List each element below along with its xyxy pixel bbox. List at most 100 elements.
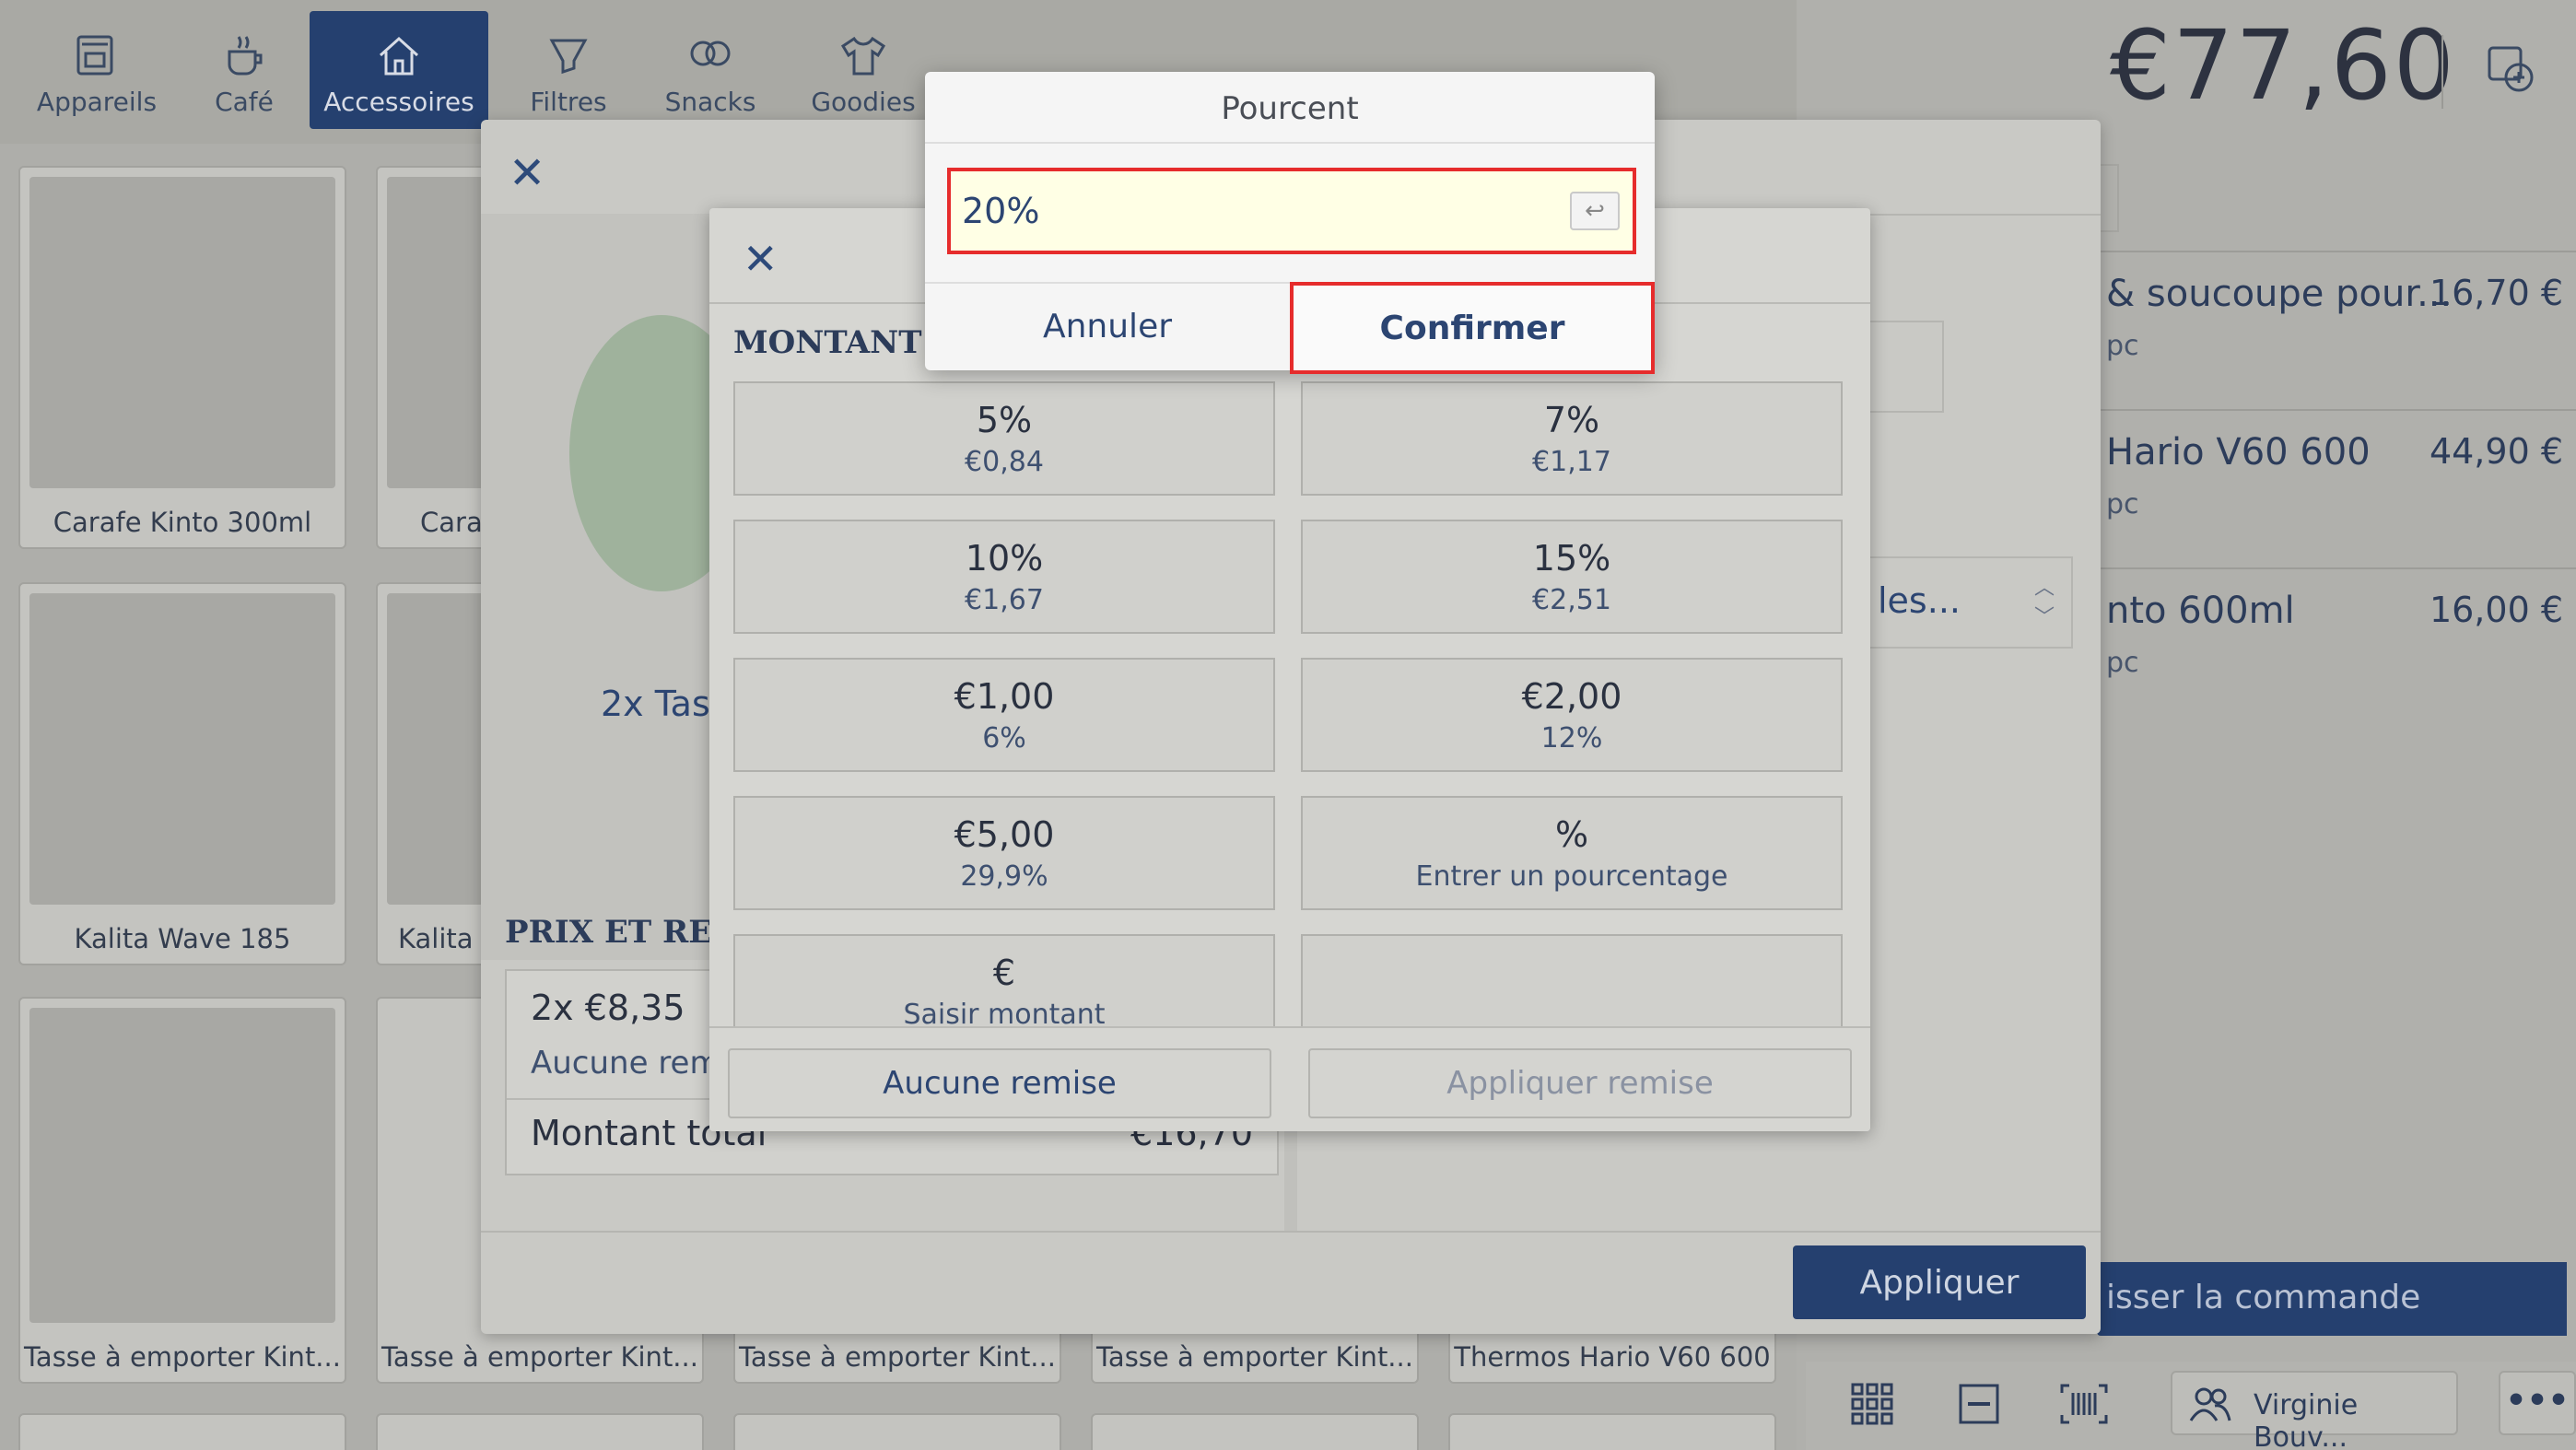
tshirt-icon bbox=[840, 36, 886, 76]
close-icon[interactable]: ✕ bbox=[743, 234, 779, 284]
filter-icon bbox=[549, 39, 588, 75]
product-label: Tasse à emporter Kint... bbox=[1096, 1341, 1413, 1373]
discount-modal-footer: Aucune remise Appliquer remise bbox=[709, 1026, 1870, 1131]
cart-item[interactable]: nto 600ml 16,00 € pc bbox=[2097, 567, 2576, 724]
order-total: €77,60 bbox=[2110, 9, 2456, 122]
product-label: Carafe Kinto 300ml bbox=[53, 507, 312, 538]
discount-option[interactable]: €1,00 6% bbox=[733, 658, 1275, 772]
cancel-button[interactable]: Annuler bbox=[925, 284, 1290, 372]
cart-item[interactable]: & soucoupe pour... 16,70 € pc bbox=[2097, 251, 2576, 407]
grid-view-icon[interactable] bbox=[1850, 1382, 1894, 1426]
category-filtres[interactable]: Filtres bbox=[516, 11, 621, 129]
category-goodies[interactable]: Goodies bbox=[802, 11, 925, 129]
sync-icon[interactable] bbox=[2484, 42, 2539, 98]
option-main: % bbox=[1554, 814, 1589, 855]
divider bbox=[2441, 35, 2443, 109]
discount-option[interactable]: €5,00 29,9% bbox=[733, 796, 1275, 910]
chevron-up-down-icon: ︿ ﹀ bbox=[2033, 577, 2055, 629]
checkout-label: isser la commande bbox=[2106, 1279, 2421, 1316]
variant-select[interactable]: les... ︿ ﹀ bbox=[1870, 556, 2073, 649]
more-icon: ••• bbox=[2505, 1382, 2570, 1420]
quantity-box-edge bbox=[1870, 321, 1944, 413]
cart-item-qty: pc bbox=[2106, 647, 2139, 679]
product-label: Tasse à emporter Kint... bbox=[24, 1341, 341, 1373]
option-main: €1,00 bbox=[954, 676, 1055, 717]
option-sub: 12% bbox=[1540, 722, 1603, 754]
option-main: €5,00 bbox=[954, 814, 1055, 855]
pretzel-icon bbox=[690, 41, 731, 66]
option-main: € bbox=[992, 953, 1016, 993]
more-button[interactable]: ••• bbox=[2499, 1371, 2576, 1435]
option-sub: 29,9% bbox=[960, 860, 1048, 893]
cart-item[interactable]: Hario V60 600 44,90 € pc bbox=[2097, 409, 2576, 566]
product-label: Tasse à emporter Kint... bbox=[739, 1341, 1056, 1373]
close-icon[interactable]: ✕ bbox=[509, 147, 545, 199]
house-icon bbox=[379, 36, 419, 76]
product-card[interactable]: Tasse à emporter Kint... bbox=[18, 997, 346, 1384]
category-label: Filtres bbox=[530, 87, 607, 117]
option-sub: €1,17 bbox=[1532, 446, 1611, 478]
product-label: Tasse à emporter Kint... bbox=[381, 1341, 698, 1373]
option-sub: €1,67 bbox=[965, 584, 1044, 616]
option-main: 15% bbox=[1532, 538, 1611, 579]
product-card[interactable] bbox=[733, 1413, 1061, 1450]
apply-discount-button[interactable]: Appliquer remise bbox=[1308, 1048, 1852, 1118]
product-card[interactable] bbox=[18, 1413, 346, 1450]
dialog-title: Pourcent bbox=[925, 72, 1655, 144]
percent-input[interactable] bbox=[962, 186, 1515, 236]
product-photo bbox=[29, 593, 335, 905]
cart-item-name: Hario V60 600 bbox=[2106, 431, 2371, 474]
checkout-button[interactable]: isser la commande bbox=[2097, 1262, 2567, 1336]
discount-option[interactable]: 7% €1,17 bbox=[1301, 381, 1843, 496]
cart-item-name: nto 600ml bbox=[2106, 590, 2295, 632]
category-cafe[interactable]: Café bbox=[189, 11, 299, 129]
category-label: Appareils bbox=[36, 87, 158, 117]
product-card[interactable] bbox=[1448, 1413, 1776, 1450]
cart-toolbar: Virginie Bouv... ••• bbox=[1806, 1362, 2576, 1450]
user-button[interactable]: Virginie Bouv... bbox=[2171, 1371, 2458, 1450]
percent-field[interactable]: ↩ bbox=[947, 168, 1636, 254]
category-appareils[interactable]: Appareils bbox=[18, 11, 175, 129]
product-card[interactable]: Kalita Wave 185 bbox=[18, 582, 346, 965]
apply-button[interactable]: Appliquer bbox=[1793, 1245, 2086, 1319]
cart-item-price: 16,00 € bbox=[2429, 590, 2563, 630]
option-sub: €2,51 bbox=[1532, 584, 1611, 616]
option-sub: €0,84 bbox=[965, 446, 1044, 478]
category-label: Café bbox=[215, 87, 274, 117]
cart-item-price: 16,70 € bbox=[2429, 273, 2563, 313]
category-snacks[interactable]: Snacks bbox=[658, 11, 763, 129]
discount-option[interactable]: 5% €0,84 bbox=[733, 381, 1275, 496]
option-main: 7% bbox=[1543, 400, 1600, 440]
users-icon bbox=[2189, 1387, 2231, 1421]
product-photo bbox=[29, 1008, 335, 1323]
cart-item-price: 44,90 € bbox=[2429, 431, 2563, 472]
unit-price[interactable]: 2x €8,35 bbox=[531, 988, 685, 1028]
user-name: Virginie Bouv... bbox=[2254, 1389, 2359, 1450]
percent-dialog: Pourcent ↩ Annuler Confirmer bbox=[925, 72, 1655, 374]
barcode-icon[interactable] bbox=[2060, 1382, 2108, 1426]
product-label: Kalita Wave 185 bbox=[74, 923, 291, 954]
no-discount-button[interactable]: Aucune remise bbox=[728, 1048, 1271, 1118]
option-main: 10% bbox=[965, 538, 1044, 579]
minus-box-icon[interactable] bbox=[1957, 1382, 2001, 1426]
cart-item-qty: pc bbox=[2106, 488, 2139, 520]
product-card[interactable]: Carafe Kinto 300ml bbox=[18, 166, 346, 549]
product-card[interactable] bbox=[1091, 1413, 1419, 1450]
discount-option[interactable]: 15% €2,51 bbox=[1301, 520, 1843, 634]
category-label: Goodies bbox=[811, 87, 916, 117]
enter-percentage-option[interactable]: % Entrer un pourcentage bbox=[1301, 796, 1843, 910]
category-accessoires[interactable]: Accessoires bbox=[310, 11, 488, 129]
product-photo bbox=[29, 177, 335, 488]
enter-key-icon[interactable]: ↩ bbox=[1570, 192, 1620, 230]
confirm-button[interactable]: Confirmer bbox=[1290, 282, 1655, 374]
discount-option[interactable]: 10% €1,67 bbox=[733, 520, 1275, 634]
cart-item-name: & soucoupe pour... bbox=[2106, 273, 2453, 315]
option-main: 5% bbox=[976, 400, 1033, 440]
product-card[interactable] bbox=[376, 1413, 704, 1450]
option-sub: 6% bbox=[982, 722, 1026, 754]
coffee-cup-icon bbox=[228, 36, 263, 76]
discount-option[interactable]: €2,00 12% bbox=[1301, 658, 1843, 772]
variant-value: les... bbox=[1878, 580, 1961, 621]
option-main: €2,00 bbox=[1521, 676, 1622, 717]
category-label: Accessoires bbox=[323, 87, 474, 117]
